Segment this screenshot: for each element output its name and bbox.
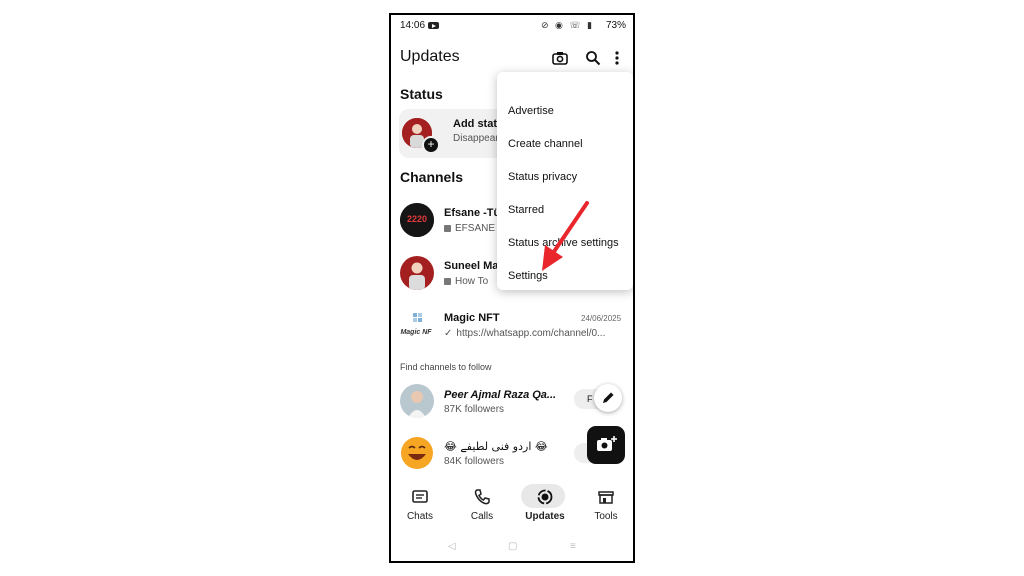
image-icon [444,225,451,232]
nav-label: Chats [406,511,434,522]
menu-item-starred[interactable]: Starred [508,204,544,216]
page-title: Updates [400,48,460,65]
phone-screen: 14:06 ⊘ ◉ ☏ ▮ 73% Updates Status + Add s… [389,13,635,563]
suggested-channel-avatar[interactable] [400,384,434,418]
battery-level: 73% [606,20,627,31]
add-status-plus-icon[interactable]: + [422,136,440,154]
status-heading: Status [400,86,443,102]
channel-avatar[interactable]: 2220 [400,203,434,237]
nav-calls[interactable]: Calls [454,477,510,533]
suggested-channel-avatar[interactable] [400,436,434,470]
channel-date: 24/06/2025 [581,314,622,323]
recents-icon[interactable]: ≡ [570,541,576,552]
nav-tools[interactable]: Tools [578,477,633,533]
efsane-logo: 2220 [400,203,434,237]
camera-icon[interactable] [551,49,569,67]
channel-name[interactable]: Magic NFT [444,312,500,324]
menu-item-status-privacy[interactable]: Status privacy [508,171,577,183]
channel-name[interactable]: Efsane -Tü [444,207,500,219]
person-photo [400,256,434,290]
laughing-emoji-icon [401,437,433,469]
home-icon[interactable]: ▢ [508,541,517,552]
network-icons: ⊘ ◉ ☏ ▮ [541,20,595,30]
follower-count: 87K followers [444,404,505,415]
search-icon[interactable] [584,49,602,67]
add-status-subtitle: Disappear [453,133,499,144]
channel-last-message: ✓ https://whatsapp.com/channel/0... [444,328,606,339]
menu-item-create-channel[interactable]: Create channel [508,138,583,150]
channel-avatar[interactable]: Magic NF [400,309,434,343]
suggested-channel-name[interactable]: Peer Ajmal Raza Qa... [444,389,556,401]
nav-label: Updates [525,511,565,522]
nav-chats[interactable]: Chats [392,477,448,533]
youtube-notification-icon [428,22,439,29]
status-time: 14:06 [400,20,426,31]
back-icon[interactable]: ◁ [448,541,456,552]
add-status-title: Add stat [453,118,497,130]
channel-name[interactable]: Suneel Ma [444,260,498,272]
bottom-navigation: Chats Calls Updates Tools [391,477,633,533]
menu-item-advertise[interactable]: Advertise [508,105,554,117]
find-channels-label: Find channels to follow [400,362,492,372]
camera-plus-icon [597,436,617,451]
phone-icon [474,489,490,505]
store-icon [598,491,614,504]
channels-heading: Channels [400,169,464,185]
person-photo [400,384,434,418]
svg-text:2220: 2220 [407,214,427,224]
system-navigation-bar: ◁ ▢ ≡ [391,535,633,561]
pencil-icon [603,392,614,403]
system-status-bar: 14:06 ⊘ ◉ ☏ ▮ 73% [391,15,633,37]
camera-status-button[interactable] [587,426,625,464]
channel-avatar[interactable] [400,256,434,290]
new-text-status-button[interactable] [594,384,622,412]
nav-updates[interactable]: Updates [517,477,573,533]
more-options-icon[interactable] [613,49,621,67]
nav-label: Calls [470,511,494,522]
suggested-channel-name[interactable]: 😂 اردو فنی لطیفے 😂 [444,440,548,453]
updates-icon [537,489,553,505]
overflow-menu: Advertise Create channel Status privacy … [497,72,633,290]
channel-last-message: How To [444,276,488,287]
check-icon: ✓ [444,328,453,339]
follower-count: 84K followers [444,456,505,467]
svg-text:Magic NF: Magic NF [400,329,432,336]
channel-last-message: EFSANE [444,223,495,234]
chat-icon [412,490,428,503]
menu-item-status-archive-settings[interactable]: Status archive settings [508,237,619,249]
nav-label: Tools [594,511,618,522]
video-icon [444,278,451,285]
menu-item-settings[interactable]: Settings [508,270,548,282]
magic-nft-logo: Magic NF [400,313,432,336]
